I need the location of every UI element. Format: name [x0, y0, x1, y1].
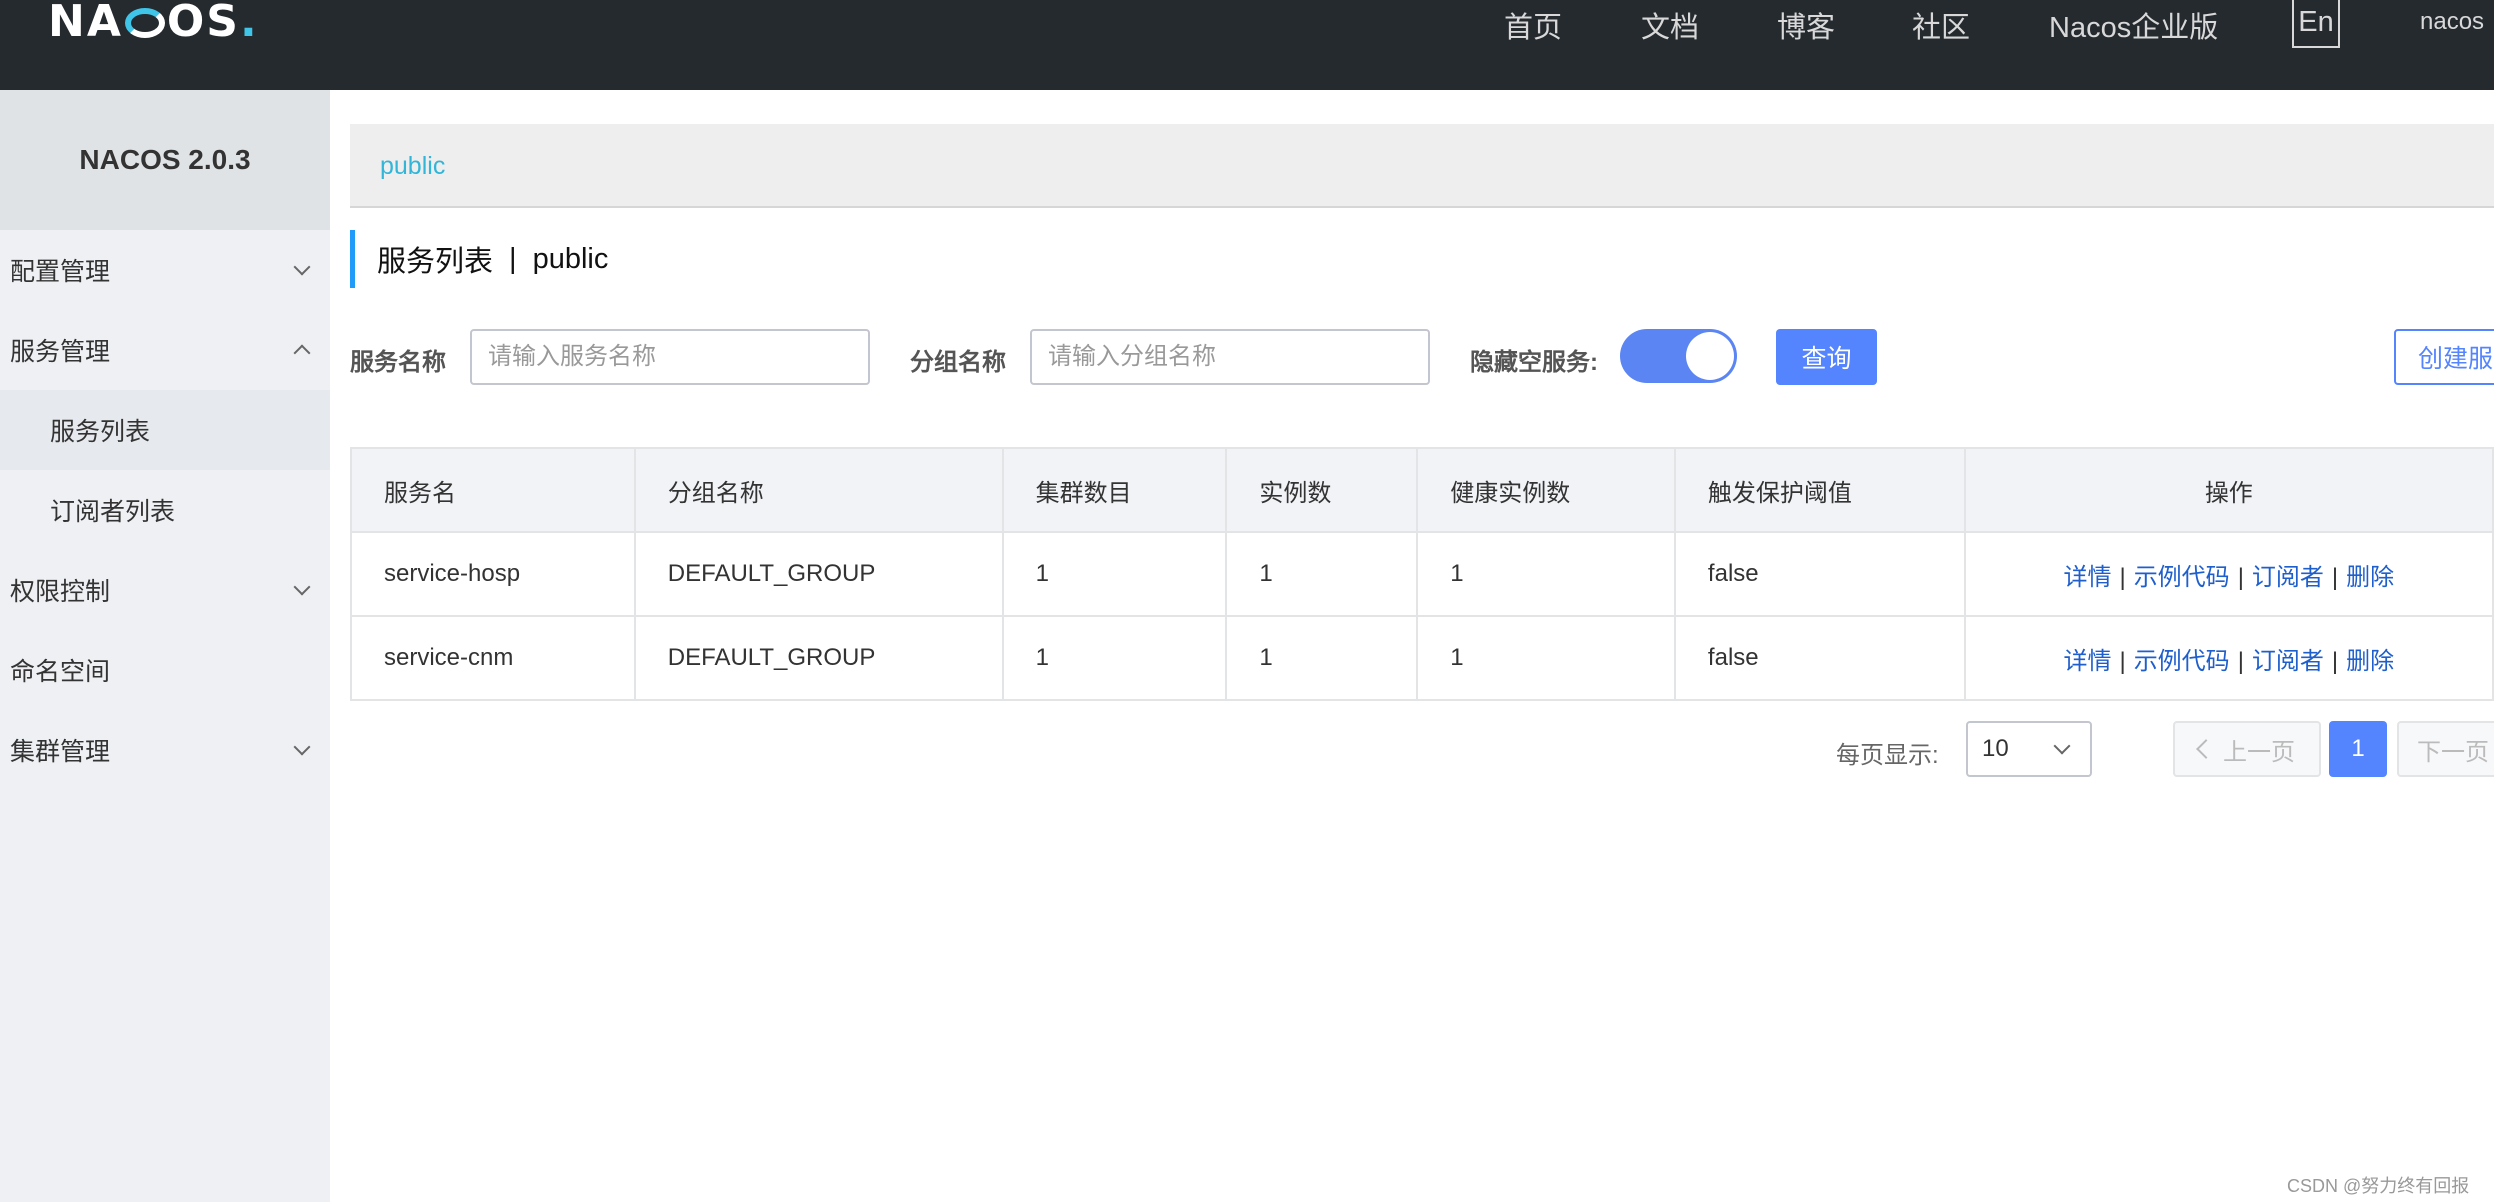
cell-group: DEFAULT_GROUP	[633, 531, 1004, 617]
user-menu[interactable]: nacos	[2420, 8, 2484, 36]
language-switch-button[interactable]: En	[2292, 0, 2340, 48]
sidebar-item-label: 配置管理	[10, 258, 111, 286]
csdn-watermark: CSDN @努力终有回报	[2287, 1176, 2470, 1196]
delete-link[interactable]: 删除	[2346, 648, 2394, 675]
service-name-label: 服务名称	[350, 349, 446, 376]
chevron-left-icon	[2196, 739, 2216, 759]
cell-healthy: 1	[1416, 531, 1676, 617]
col-cluster-count[interactable]: 集群数目	[1001, 447, 1228, 533]
col-threshold[interactable]: 触发保护阈值	[1673, 447, 1966, 533]
page-size-select[interactable]: 10	[1966, 721, 2092, 777]
sidebar-item-cluster[interactable]: 集群管理	[0, 710, 330, 790]
sample-code-link[interactable]: 示例代码	[2134, 564, 2230, 591]
prev-page-button[interactable]: 上一页	[2173, 721, 2321, 777]
sidebar-item-label: 服务管理	[10, 338, 111, 366]
service-name-input[interactable]	[470, 329, 870, 385]
chevron-up-icon	[293, 344, 311, 362]
sidebar-item-label: 服务列表	[50, 418, 151, 446]
action-separator: |	[2237, 647, 2244, 675]
toggle-knob	[1686, 332, 1734, 380]
page-title-namespace: public	[532, 242, 609, 275]
hide-empty-label: 隐藏空服务:	[1470, 349, 1598, 376]
prev-page-label: 上一页	[2223, 738, 2295, 766]
action-separator: |	[2331, 563, 2339, 591]
cell-healthy: 1	[1416, 615, 1676, 701]
sidebar-item-label: 命名空间	[10, 658, 111, 686]
cell-clusters: 1	[1001, 615, 1228, 701]
col-service-name[interactable]: 服务名	[350, 447, 636, 533]
cell-group: DEFAULT_GROUP	[633, 615, 1004, 701]
col-actions: 操作	[1963, 447, 2494, 533]
group-name-input[interactable]	[1030, 329, 1430, 385]
col-instance-count[interactable]: 实例数	[1225, 447, 1419, 533]
namespace-bar: public	[350, 124, 2494, 208]
action-separator: |	[2119, 563, 2126, 591]
sidebar-item-service-mgmt[interactable]: 服务管理	[0, 310, 330, 390]
nav-home[interactable]: 首页	[1504, 4, 1562, 46]
sidebar-item-label: 集群管理	[10, 738, 111, 766]
cell-clusters: 1	[1001, 531, 1228, 617]
nav-docs[interactable]: 文档	[1641, 4, 1699, 46]
action-separator: |	[2331, 647, 2339, 675]
page-1-button[interactable]: 1	[2329, 721, 2387, 777]
title-separator: |	[509, 242, 517, 275]
top-nav: 首页 文档 博客 社区 Nacos企业版	[0, 0, 2494, 48]
chevron-down-icon	[293, 578, 311, 596]
query-button[interactable]: 查询	[1776, 329, 1877, 385]
table-row: service-hosp DEFAULT_GROUP 1 1 1 false 详…	[350, 531, 2494, 617]
sidebar-item-subscriber-list[interactable]: 订阅者列表	[0, 470, 330, 550]
version-brand: NACOS 2.0.3	[0, 90, 330, 230]
page-size-value: 10	[1982, 735, 2009, 762]
chevron-down-icon	[293, 738, 311, 756]
subscriber-link[interactable]: 订阅者	[2252, 648, 2324, 675]
cell-instances: 1	[1225, 531, 1419, 617]
group-name-label: 分组名称	[910, 349, 1006, 376]
cell-service-name: service-hosp	[350, 531, 636, 617]
delete-link[interactable]: 删除	[2346, 564, 2394, 591]
sidebar-item-config[interactable]: 配置管理	[0, 230, 330, 310]
next-page-label: 下一页	[2417, 738, 2489, 766]
col-healthy-count[interactable]: 健康实例数	[1416, 447, 1676, 533]
chevron-down-icon	[293, 258, 311, 276]
table-row: service-cnm DEFAULT_GROUP 1 1 1 false 详情…	[350, 615, 2494, 701]
subscriber-link[interactable]: 订阅者	[2252, 564, 2324, 591]
nav-community[interactable]: 社区	[1912, 4, 1970, 46]
detail-link[interactable]: 详情	[2063, 564, 2111, 591]
next-page-button[interactable]: 下一页	[2397, 721, 2494, 777]
namespace-public-link[interactable]: public	[380, 152, 445, 181]
nav-blog[interactable]: 博客	[1777, 4, 1835, 46]
sidebar-item-service-list[interactable]: 服务列表	[0, 390, 330, 470]
cell-threshold: false	[1673, 531, 1966, 617]
cell-actions: 详情 | 示例代码 | 订阅者 | 删除	[1963, 531, 2494, 617]
cell-service-name: service-cnm	[350, 615, 636, 701]
page-title: 服务列表 | public	[350, 230, 608, 288]
sidebar-item-label: 订阅者列表	[50, 498, 176, 526]
nav-enterprise[interactable]: Nacos企业版	[2049, 4, 2218, 46]
cell-threshold: false	[1673, 615, 1966, 701]
top-header: NA OS. 首页 文档 博客 社区 Nacos企业版 En nacos	[0, 0, 2494, 90]
action-separator: |	[2237, 563, 2244, 591]
table-header-row: 服务名 分组名称 集群数目 实例数 健康实例数 触发保护阈值 操作	[350, 447, 2494, 533]
sidebar: NACOS 2.0.3 配置管理 服务管理 服务列表 订阅者列表 权限控制 命名…	[0, 90, 330, 1202]
action-separator: |	[2119, 647, 2126, 675]
create-service-button[interactable]: 创建服	[2394, 329, 2494, 385]
sidebar-item-namespace[interactable]: 命名空间	[0, 630, 330, 710]
page-size-label: 每页显示:	[1836, 742, 1939, 769]
page-title-text: 服务列表	[377, 246, 494, 278]
sidebar-item-label: 权限控制	[10, 578, 111, 606]
detail-link[interactable]: 详情	[2063, 648, 2111, 675]
sample-code-link[interactable]: 示例代码	[2134, 648, 2230, 675]
col-group-name[interactable]: 分组名称	[633, 447, 1004, 533]
sidebar-item-auth[interactable]: 权限控制	[0, 550, 330, 630]
cell-actions: 详情 | 示例代码 | 订阅者 | 删除	[1963, 615, 2494, 701]
hide-empty-toggle[interactable]	[1620, 329, 1737, 383]
service-table: 服务名 分组名称 集群数目 实例数 健康实例数 触发保护阈值 操作 servic…	[350, 447, 2494, 701]
chevron-down-icon	[2053, 737, 2071, 755]
cell-instances: 1	[1225, 615, 1419, 701]
